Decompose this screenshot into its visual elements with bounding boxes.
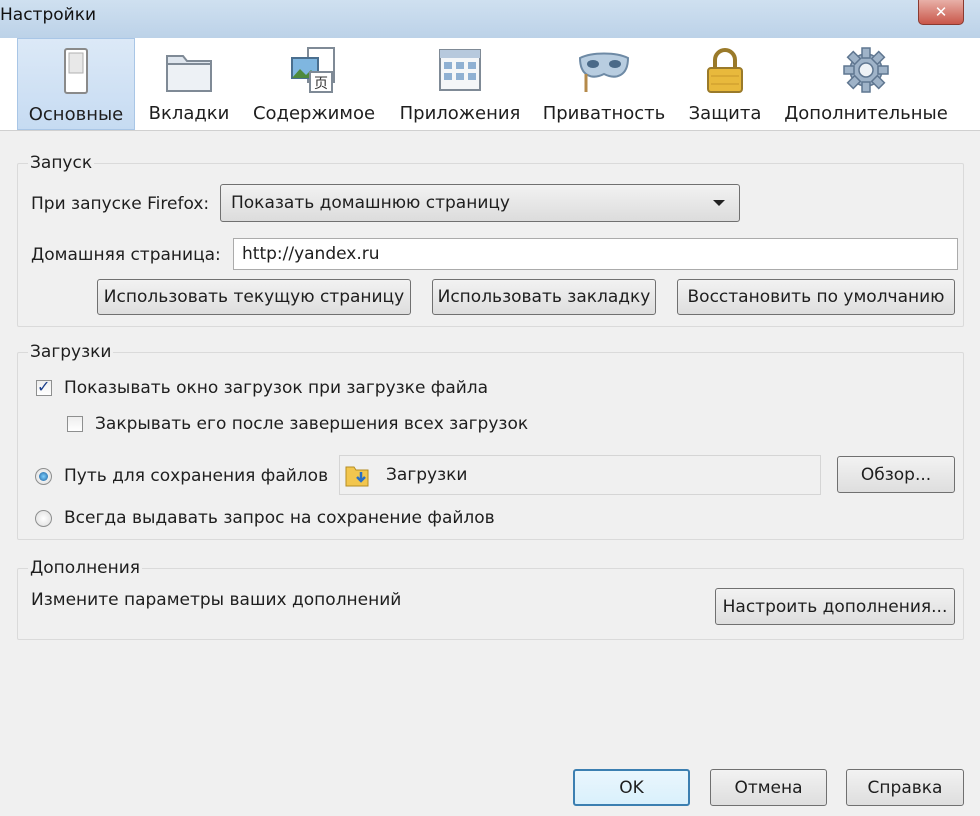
- ok-button[interactable]: OK: [573, 769, 690, 806]
- startup-group-title: Запуск: [28, 153, 95, 173]
- always-ask-radio[interactable]: [35, 510, 52, 527]
- homepage-field-value: http://yandex.ru: [242, 244, 380, 264]
- manage-addons-button[interactable]: Настроить дополнения...: [715, 588, 955, 625]
- button-label: Восстановить по умолчанию: [687, 287, 945, 307]
- folder-tabs-icon: [166, 55, 212, 92]
- addons-group-title: Дополнения: [28, 558, 143, 578]
- startup-select-value: Показать домашнюю страницу: [231, 193, 510, 213]
- button-label: Использовать закладку: [437, 287, 651, 307]
- tab-advanced[interactable]: Дополнительные: [782, 38, 950, 130]
- button-label: OK: [619, 777, 644, 798]
- checkmark-icon: ✓: [37, 377, 51, 396]
- close-button[interactable]: ✕: [918, 0, 964, 25]
- tab-label: Приватность: [542, 103, 666, 124]
- addons-description: Измените параметры ваших дополнений: [31, 590, 402, 610]
- tab-content[interactable]: 页 Содержимое: [248, 38, 380, 130]
- svg-text:页: 页: [314, 76, 328, 92]
- button-label: Отмена: [734, 777, 803, 798]
- mask-icon: [578, 52, 630, 92]
- tab-label: Дополнительные: [784, 103, 948, 124]
- content-icon: 页: [291, 47, 335, 93]
- tab-label: Содержимое: [252, 103, 376, 124]
- save-path-label: Путь для сохранения файлов: [64, 466, 329, 486]
- tab-privacy[interactable]: Приватность: [540, 38, 668, 130]
- button-label: Обзор...: [860, 464, 932, 485]
- close-after-checkbox[interactable]: ✓: [67, 416, 83, 432]
- save-folder-field[interactable]: Загрузки: [339, 455, 821, 495]
- button-label: Использовать текущую страницу: [103, 287, 405, 307]
- restore-default-button[interactable]: Восстановить по умолчанию: [677, 279, 955, 315]
- applications-icon: [439, 49, 481, 91]
- browse-button[interactable]: Обзор...: [837, 456, 955, 493]
- homepage-label: Домашняя страница:: [31, 245, 221, 265]
- tab-tabs[interactable]: Вкладки: [140, 38, 238, 130]
- when-start-label: При запуске Firefox:: [31, 194, 210, 214]
- preferences-toolbar: Основные Вкладки 页 Содержимое Приложения: [0, 38, 980, 131]
- title-bar: Настройки ✕: [0, 0, 980, 38]
- save-folder-value: Загрузки: [386, 465, 468, 485]
- downloads-folder-icon: [345, 466, 369, 487]
- cancel-button[interactable]: Отмена: [710, 769, 827, 806]
- use-bookmark-button[interactable]: Использовать закладку: [432, 279, 656, 315]
- show-downloads-checkbox[interactable]: ✓: [36, 377, 52, 396]
- show-downloads-label: Показывать окно загрузок при загрузке фа…: [64, 378, 489, 398]
- homepage-field[interactable]: http://yandex.ru: [233, 238, 958, 270]
- button-label: Настроить дополнения...: [722, 596, 948, 617]
- close-icon: ✕: [934, 3, 948, 21]
- chevron-down-icon: [713, 200, 725, 206]
- help-button[interactable]: Справка: [846, 769, 964, 806]
- gear-icon: [843, 47, 889, 93]
- tab-label: Вкладки: [148, 103, 230, 124]
- tab-security[interactable]: Защита: [682, 38, 768, 130]
- button-label: Справка: [867, 777, 943, 798]
- switch-icon: [64, 48, 88, 94]
- tab-label: Основные: [28, 104, 124, 125]
- tab-label: Приложения: [399, 103, 521, 124]
- tab-general[interactable]: Основные: [17, 38, 135, 130]
- close-after-label: Закрывать его после завершения всех загр…: [95, 414, 529, 434]
- downloads-group-title: Загрузки: [28, 342, 114, 362]
- always-ask-label: Всегда выдавать запрос на сохранение фай…: [64, 508, 495, 528]
- radio-selected-dot: [39, 472, 48, 481]
- save-path-radio[interactable]: [35, 468, 52, 485]
- window-title: Настройки: [0, 5, 97, 25]
- tab-applications[interactable]: Приложения: [394, 38, 526, 130]
- padlock-icon: [707, 48, 743, 93]
- tab-label: Защита: [688, 103, 762, 124]
- startup-select[interactable]: Показать домашнюю страницу: [220, 184, 740, 222]
- use-current-page-button[interactable]: Использовать текущую страницу: [97, 279, 411, 315]
